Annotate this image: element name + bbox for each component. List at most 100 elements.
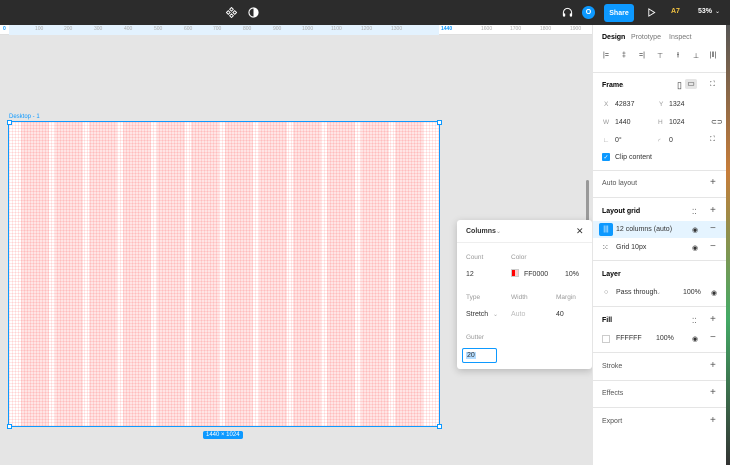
user-avatar[interactable]: O	[582, 6, 595, 19]
share-button[interactable]: Share	[604, 4, 634, 22]
independent-corners-icon[interactable]: ⛶	[710, 136, 715, 144]
landscape-frame-icon[interactable]: ▭	[685, 79, 697, 89]
color-opacity-input[interactable]: 10%	[565, 271, 579, 278]
clip-content-checkbox[interactable]: ✓	[602, 153, 610, 161]
ruler-selection-highlight	[9, 25, 439, 35]
chevron-down-icon[interactable]: ⌄	[493, 311, 498, 318]
height-input[interactable]: 1024	[669, 119, 685, 126]
count-input[interactable]: 12	[466, 271, 474, 278]
divider	[593, 260, 730, 261]
add-layout-grid-icon[interactable]: +	[710, 205, 716, 216]
add-stroke-icon[interactable]: +	[710, 360, 716, 371]
remove-grid-icon[interactable]: −	[710, 241, 716, 252]
grid-icon[interactable]: ⁙	[602, 243, 609, 252]
y-input[interactable]: 1324	[669, 101, 685, 108]
tab-inspect[interactable]: Inspect	[669, 34, 692, 41]
columns-grid-popup: Columns ⌄ ✕ Count 12 Color FF0000 10% Ty…	[457, 220, 592, 369]
resize-to-fit-icon[interactable]: ⛶	[710, 81, 715, 89]
add-auto-layout-icon[interactable]: +	[710, 177, 716, 188]
remove-fill-icon[interactable]: −	[710, 332, 716, 343]
constrain-proportions-icon[interactable]: ⊂⊃	[711, 118, 723, 126]
margin-input[interactable]: 40	[556, 311, 564, 318]
layout-grid-item-label[interactable]: Grid 10px	[616, 244, 646, 251]
fill-hex-input[interactable]: FFFFFF	[616, 335, 642, 342]
headphones-icon[interactable]	[560, 5, 575, 20]
tab-design[interactable]: Design	[602, 34, 625, 41]
fill-styles-icon[interactable]: ⁚⁚	[692, 317, 696, 325]
vertical-scrollbar[interactable]	[586, 180, 589, 225]
resize-handle[interactable]	[7, 424, 12, 429]
grid-column	[21, 122, 49, 426]
ruler-tick: 700	[213, 26, 222, 32]
ruler-tick: 800	[243, 26, 252, 32]
tab-prototype[interactable]: Prototype	[631, 34, 661, 41]
margin-label: Margin	[556, 294, 576, 301]
add-export-icon[interactable]: +	[710, 415, 716, 426]
close-icon[interactable]: ✕	[576, 226, 584, 237]
columns-grid-icon[interactable]: |||	[599, 223, 613, 236]
theme-toggle-icon[interactable]	[246, 5, 261, 20]
grid-type-dropdown[interactable]: Columns	[466, 228, 496, 235]
width-input[interactable]: Auto	[511, 311, 525, 318]
grid-column	[327, 122, 355, 426]
fill-color-swatch[interactable]	[602, 335, 610, 343]
resize-handle[interactable]	[437, 120, 442, 125]
align-vertical-center-icon[interactable]: ⫲	[673, 52, 683, 62]
align-top-icon[interactable]: ⊤	[655, 52, 665, 62]
fill-opacity-input[interactable]: 100%	[656, 335, 674, 342]
layout-grid-item-label[interactable]: 12 columns (auto)	[616, 226, 672, 233]
type-dropdown[interactable]: Stretch	[466, 311, 488, 318]
present-play-icon[interactable]	[644, 5, 659, 20]
h-label: H	[658, 119, 663, 126]
color-hex-input[interactable]: FF0000	[524, 271, 548, 278]
grid-column	[361, 122, 389, 426]
portrait-frame-icon[interactable]: ▯	[677, 80, 682, 91]
layer-opacity-input[interactable]: 100%	[683, 289, 701, 296]
ruler-tick: 1300	[391, 26, 403, 32]
ruler-tick: 1800	[540, 26, 552, 32]
desktop-frame[interactable]	[8, 121, 440, 427]
resize-handle[interactable]	[437, 424, 442, 429]
zoom-level[interactable]: 53%	[698, 8, 712, 15]
color-label: Color	[511, 254, 527, 261]
resize-handle[interactable]	[7, 120, 12, 125]
grid-styles-icon[interactable]: ⁚⁚	[692, 208, 696, 216]
rotation-input[interactable]: 0°	[615, 137, 622, 144]
eye-icon[interactable]: ◉	[711, 289, 717, 297]
chevron-down-icon[interactable]: ⌄	[496, 228, 501, 235]
align-right-icon[interactable]: =|	[637, 52, 647, 62]
auto-layout-title: Auto layout	[602, 180, 638, 187]
chevron-down-icon[interactable]: ⌄	[656, 289, 661, 296]
grid-column	[89, 122, 117, 426]
gutter-label: Gutter	[466, 334, 485, 341]
add-fill-icon[interactable]: +	[710, 314, 716, 325]
x-input[interactable]: 42837	[615, 101, 634, 108]
eye-icon[interactable]: ◉	[692, 335, 698, 343]
a7-indicator[interactable]: A7	[671, 8, 680, 15]
corner-radius-input[interactable]: 0	[669, 137, 673, 144]
remove-grid-icon[interactable]: −	[710, 223, 716, 234]
components-icon[interactable]	[224, 5, 239, 20]
align-horizontal-center-icon[interactable]: ‡	[619, 52, 629, 62]
blend-mode-dropdown[interactable]: Pass through	[616, 289, 657, 296]
gutter-value[interactable]: 20	[466, 352, 476, 359]
align-left-icon[interactable]: |=	[601, 52, 611, 62]
eye-icon[interactable]: ◉	[692, 226, 698, 234]
grid-column	[191, 122, 219, 426]
chevron-down-icon[interactable]: ⌄	[715, 8, 720, 15]
gutter-input[interactable]: 20	[462, 348, 497, 363]
layer-title: Layer	[602, 271, 621, 278]
eye-icon[interactable]: ◉	[692, 244, 698, 252]
align-bottom-icon[interactable]: ⊥	[691, 52, 701, 62]
width-input[interactable]: 1440	[615, 119, 631, 126]
color-swatch[interactable]	[511, 269, 519, 277]
ruler-tick: 1900	[570, 26, 582, 32]
add-effect-icon[interactable]: +	[710, 387, 716, 398]
w-label: W	[603, 119, 610, 126]
ruler-tick: 400	[124, 26, 133, 32]
distribute-icon[interactable]: |‖|	[708, 52, 718, 62]
window-edge-strip	[726, 25, 730, 465]
frame-label[interactable]: Desktop - 1	[9, 114, 40, 120]
divider	[593, 72, 730, 73]
chevron-down-icon[interactable]: ⌄	[620, 82, 625, 89]
